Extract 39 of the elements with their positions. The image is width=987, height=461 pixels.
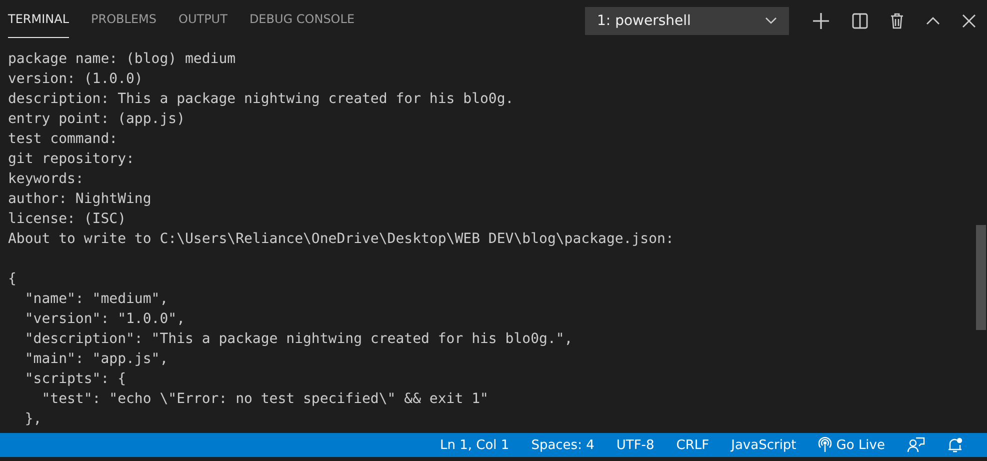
terminal-line: description: This a package nightwing created for his blo0g.: [8, 90, 515, 109]
status-item[interactable]: CRLF: [676, 438, 710, 452]
terminal-line: "version": "1.0.0",: [24, 310, 186, 329]
terminal-line: author: NightWing: [8, 190, 152, 209]
terminal-line: version: (1.0.0): [8, 70, 144, 89]
terminal-line: entry point: (app.js): [8, 110, 186, 129]
chevron-up-icon[interactable]: [926, 17, 940, 25]
terminal-line: test command:: [8, 130, 119, 149]
status-item[interactable]: Go Live: [818, 437, 885, 453]
plus-icon[interactable]: [812, 12, 830, 30]
trash-icon[interactable]: [890, 13, 904, 29]
status-item[interactable]: Ln 1, Col 1: [440, 438, 510, 452]
terminal-line: "scripts": {: [24, 370, 128, 389]
status-item[interactable]: Spaces: 4: [531, 438, 594, 452]
panel-tab[interactable]: DEBUG CONSOLE: [249, 0, 355, 38]
terminal-line: About to write to C:\Users\Reliance\OneDrive\Desktop\WEB DEV\blog\package.json:: [8, 230, 675, 249]
terminal-line: {: [8, 270, 18, 289]
terminal-line: "test": "echo \"Error: no test specified\" && exit 1": [40, 390, 490, 409]
scrollbar-thumb[interactable]: [976, 225, 986, 330]
chevron-down-icon: [765, 17, 777, 25]
bell-icon[interactable]: [947, 437, 963, 453]
panel-tab[interactable]: OUTPUT: [178, 0, 228, 38]
terminal-line: package name: (blog) medium: [8, 50, 237, 69]
close-icon[interactable]: [962, 14, 976, 28]
panel-tab[interactable]: TERMINAL: [8, 0, 70, 38]
broadcast-icon: [818, 437, 832, 453]
status-item[interactable]: UTF-8: [616, 438, 654, 452]
panel-tab[interactable]: PROBLEMS: [91, 0, 157, 38]
terminal-line: },: [24, 410, 43, 429]
status-item[interactable]: JavaScript: [731, 438, 796, 452]
split-icon[interactable]: [852, 13, 868, 29]
terminal-line: license: (ISC): [8, 210, 128, 229]
terminal-dropdown[interactable]: 1: powershell: [585, 7, 789, 35]
terminal-line: "name": "medium",: [24, 290, 170, 309]
terminal-line: "description": "This a package nightwing created for his blo0g.",: [24, 330, 574, 349]
terminal-line: "main": "app.js",: [24, 350, 170, 369]
terminal-line: keywords:: [8, 170, 85, 189]
terminal-line: git repository:: [8, 150, 136, 169]
feedback-icon[interactable]: [907, 437, 925, 453]
